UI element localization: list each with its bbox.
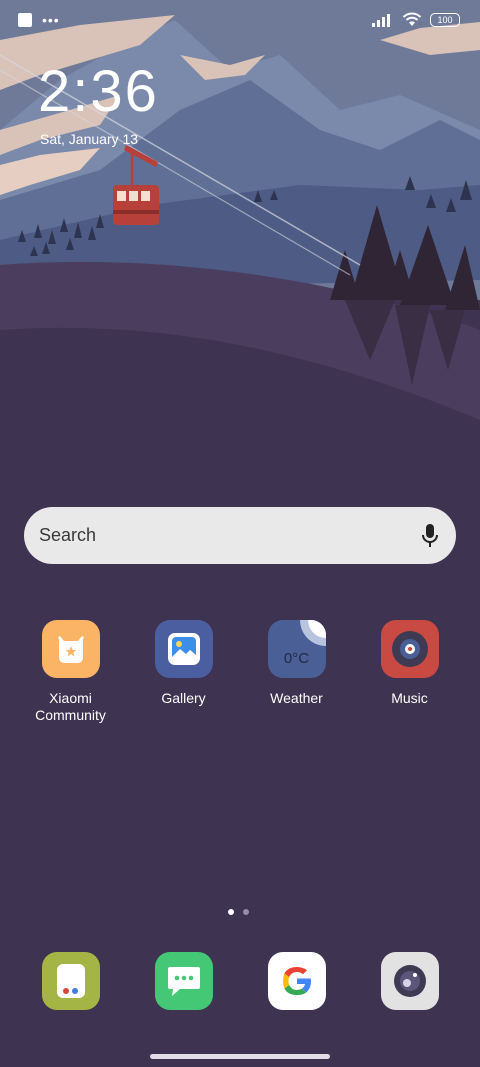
page-dot [243, 909, 249, 915]
status-bar: ••• 100 [0, 0, 480, 42]
xiaomi-community-icon [41, 620, 100, 678]
dock-messages-app[interactable] [155, 952, 213, 1010]
app-gallery[interactable]: Gallery [127, 620, 240, 707]
app-label: Weather [270, 690, 323, 706]
app-label: Gallery [161, 690, 206, 706]
app-weather[interactable]: 0°C Weather [240, 620, 353, 707]
search-placeholder: Search [39, 525, 97, 545]
google-icon [283, 967, 311, 995]
signal-icon [372, 13, 390, 27]
battery-icon: 100 [430, 12, 460, 27]
page-indicator [228, 909, 249, 915]
more-notifications-icon: ••• [42, 12, 60, 28]
search-bar[interactable]: Search [24, 507, 456, 564]
app-xiaomi-community[interactable]: Xiaomi Community [14, 620, 127, 724]
weather-temp: 0°C [283, 649, 310, 667]
dock-google-app[interactable] [268, 952, 326, 1010]
app-music[interactable]: Music [353, 620, 466, 707]
battery-level: 100 [437, 14, 453, 25]
music-icon [380, 620, 439, 678]
dock-launcher-app[interactable] [42, 952, 100, 1010]
clock: 2:36 [38, 59, 159, 124]
date: Sat, January 13 [40, 131, 139, 147]
weather-icon: 0°C [267, 620, 326, 678]
notification-app-icon [18, 13, 32, 27]
home-indicator[interactable] [150, 1054, 330, 1059]
gallery-icon [154, 620, 213, 678]
page-dot-active [228, 909, 234, 915]
camera-icon [394, 965, 426, 997]
app-label: Music [391, 690, 428, 706]
dock-camera-app[interactable] [381, 952, 439, 1010]
wifi-icon [402, 12, 422, 26]
microphone-icon[interactable] [418, 522, 442, 550]
app-label: Xiaomi Community [35, 690, 106, 723]
messages-icon [168, 967, 200, 996]
launcher-icon [57, 964, 85, 998]
